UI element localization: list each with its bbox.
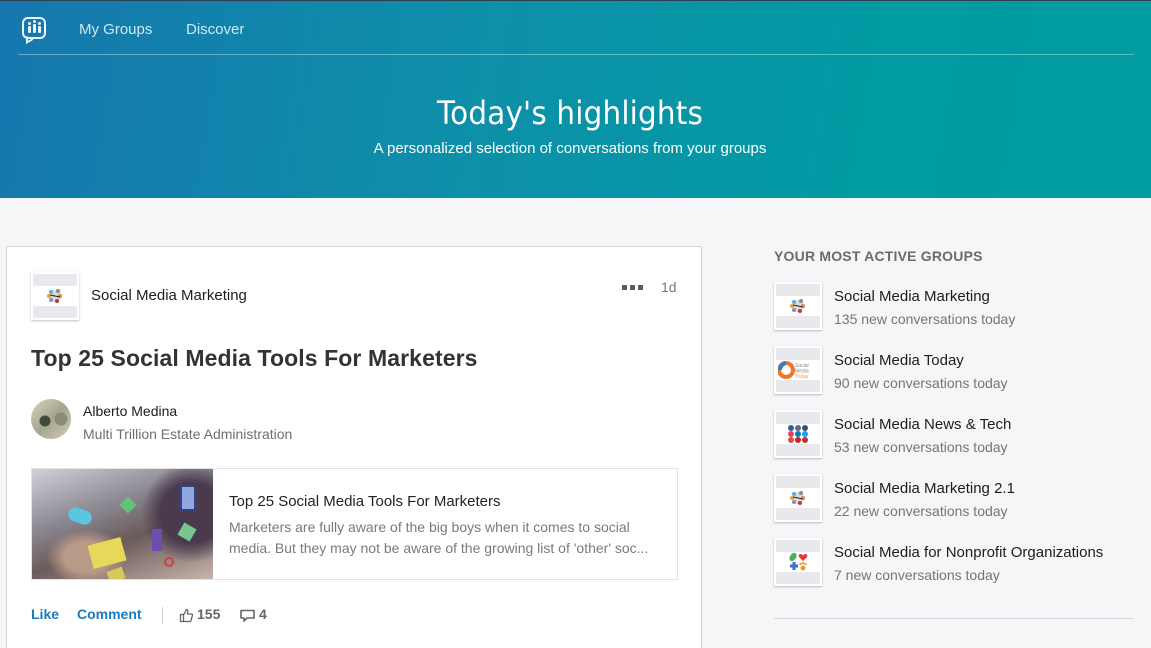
active-group-item[interactable]: Social Media Marketing 2.1 22 new conver… xyxy=(774,474,1144,524)
thumbs-up-icon xyxy=(179,608,194,623)
post-timestamp: 1d xyxy=(661,279,677,295)
author-name[interactable]: Alberto Medina xyxy=(83,403,177,419)
top-nav: My Groups Discover xyxy=(0,1,1151,55)
social-network-cluster-icon xyxy=(774,474,822,522)
comments-count[interactable]: 4 xyxy=(259,606,267,622)
preview-image xyxy=(32,469,213,579)
comment-icon xyxy=(240,609,255,622)
group-name: Social Media Today xyxy=(834,352,964,369)
group-name: Social Media for Nonprofit Organizations xyxy=(834,544,1104,561)
preview-description-line: Marketers are fully aware of the big boy… xyxy=(229,519,630,535)
more-horizontal-icon[interactable] xyxy=(622,283,646,293)
likes-count[interactable]: 155 xyxy=(197,606,220,622)
nav-discover[interactable]: Discover xyxy=(186,21,244,38)
social-media-today-logo-icon: Social Media Today xyxy=(774,346,822,394)
page-title: Today's highlights xyxy=(436,94,704,132)
social-buttons-grid-icon xyxy=(774,410,822,458)
group-activity: 22 new conversations today xyxy=(834,503,1008,519)
page-subtitle: A personalized selection of conversation… xyxy=(373,140,767,157)
group-name: Social Media Marketing 2.1 xyxy=(834,480,1015,497)
active-group-item[interactable]: Social Media News & Tech 53 new conversa… xyxy=(774,410,1144,460)
sidebar-divider xyxy=(774,618,1134,619)
active-group-item[interactable]: Social Media for Nonprofit Organizations… xyxy=(774,538,1144,588)
preview-description-line: media. But they may not be aware of the … xyxy=(229,540,649,556)
group-activity: 135 new conversations today xyxy=(834,311,1016,327)
group-activity: 7 new conversations today xyxy=(834,567,1000,583)
author-avatar[interactable] xyxy=(31,399,71,439)
groups-chat-icon[interactable] xyxy=(22,17,46,39)
nav-divider xyxy=(18,54,1134,55)
nav-my-groups[interactable]: My Groups xyxy=(79,21,152,38)
author-headline: Multi Trillion Estate Administration xyxy=(83,426,293,442)
conversation-card: Social Media Marketing 1d Top 25 Social … xyxy=(6,246,702,648)
post-title[interactable]: Top 25 Social Media Tools For Marketers xyxy=(31,345,478,372)
like-button[interactable]: Like xyxy=(31,606,59,622)
group-name: Social Media Marketing xyxy=(834,288,990,305)
sidebar-title: YOUR MOST ACTIVE GROUPS xyxy=(774,248,983,264)
social-network-cluster-icon[interactable] xyxy=(31,272,79,320)
nonprofit-symbols-icon xyxy=(774,538,822,586)
actions-divider xyxy=(162,607,163,624)
group-activity: 90 new conversations today xyxy=(834,375,1008,391)
active-group-item[interactable]: Social Media Today Social Media Today 90… xyxy=(774,346,1144,396)
post-group-name[interactable]: Social Media Marketing xyxy=(91,287,247,304)
svg-text:Today: Today xyxy=(795,374,809,380)
link-preview[interactable]: Top 25 Social Media Tools For Marketers … xyxy=(31,468,678,580)
social-network-cluster-icon xyxy=(774,282,822,330)
hero-banner: My Groups Discover Today's highlights A … xyxy=(0,1,1151,198)
group-activity: 53 new conversations today xyxy=(834,439,1008,455)
preview-description: Marketers are fully aware of the big boy… xyxy=(229,517,659,559)
active-group-item[interactable]: Social Media Marketing 135 new conversat… xyxy=(774,282,1144,332)
comment-button[interactable]: Comment xyxy=(77,606,142,622)
group-name: Social Media News & Tech xyxy=(834,416,1012,433)
preview-title: Top 25 Social Media Tools For Marketers xyxy=(229,493,501,510)
